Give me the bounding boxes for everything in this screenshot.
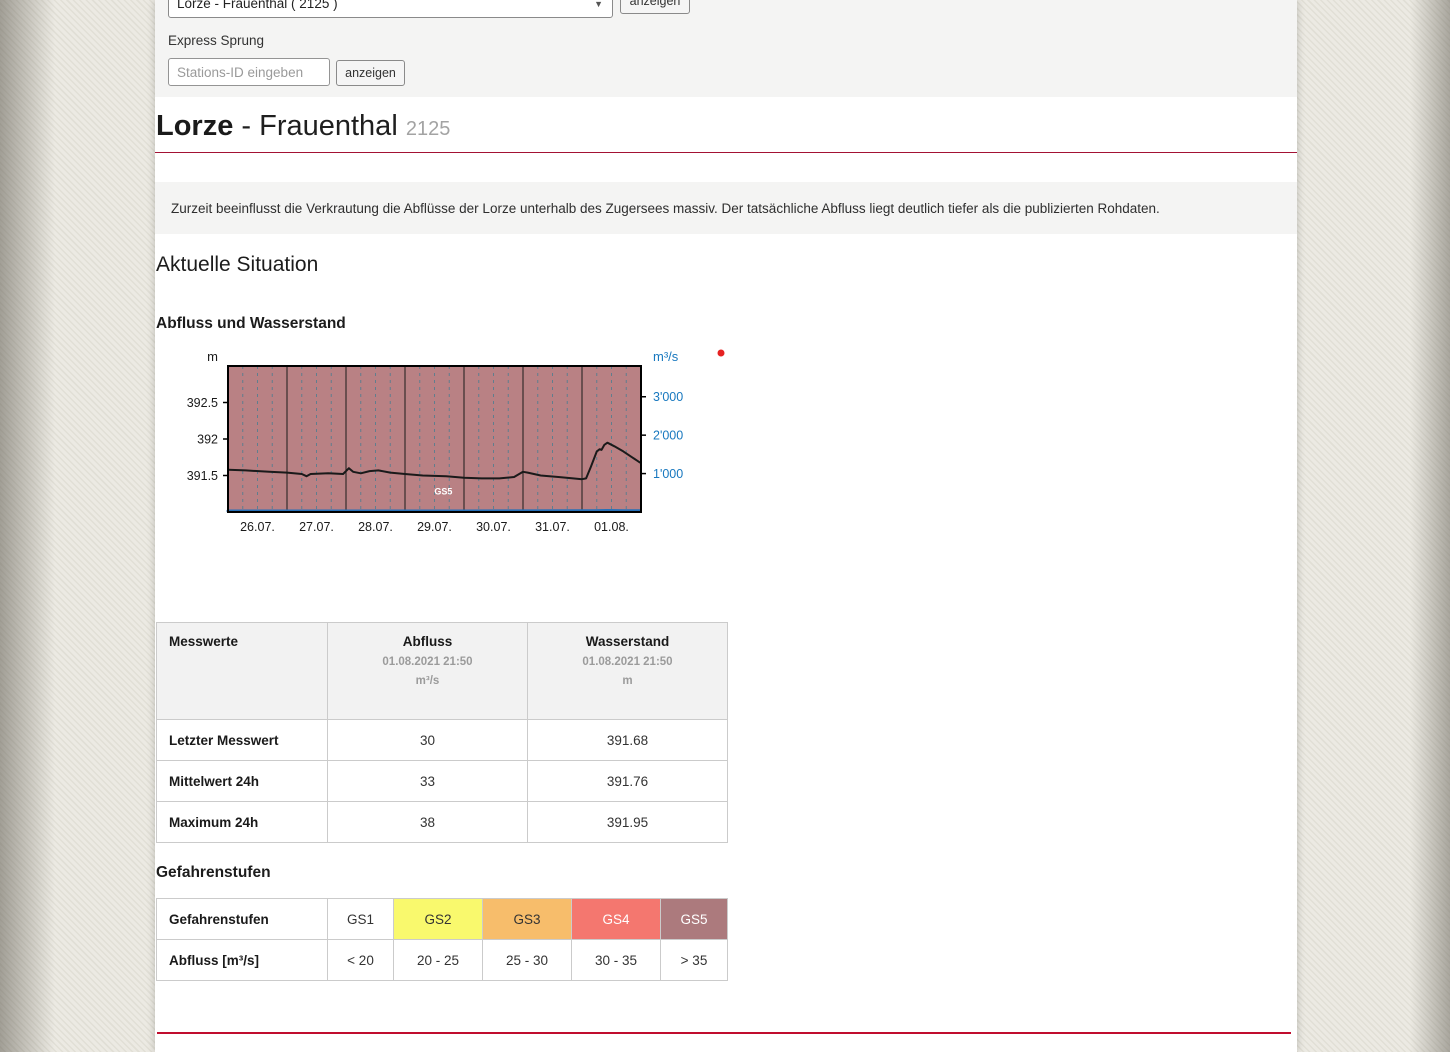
row-label: Maximum 24h [157,802,328,843]
gs1-range: < 20 [328,940,394,981]
page-edge-shadow-left [0,0,55,1052]
svg-text:391.5: 391.5 [187,469,218,483]
svg-text:392.5: 392.5 [187,396,218,410]
table-row: Mittelwert 24h 33 391.76 [157,761,728,802]
page-background: Lorze - Frauenthal ( 2125 ) ▼ anzeigen E… [0,0,1450,1052]
svg-text:GS5: GS5 [434,486,452,496]
abfluss-column-header: Abfluss 01.08.2021 21:50 m³/s [328,623,528,720]
svg-text:26.07.: 26.07. [240,520,275,534]
gs5-range: > 35 [661,940,728,981]
express-show-button[interactable]: anzeigen [336,60,405,86]
abfluss-wasserstand-chart: GS5 392.5 392 391.5 3'000 2'000 1'000 m m³/s 26.0… [155,345,755,545]
svg-text:27.07.: 27.07. [299,520,334,534]
gs3-cell: GS3 [483,899,572,940]
danger-level-names-row: Gefahrenstufen GS1 GS2 GS3 GS4 GS5 [157,899,728,940]
gs5-cell: GS5 [661,899,728,940]
wasserstand-timestamp: 01.08.2021 21:50 [529,656,726,668]
wasserstand-value: 391.95 [528,802,728,843]
wasserstand-value: 391.68 [528,720,728,761]
notice-text: Zurzeit beeinflusst die Verkrautung die … [171,201,1160,216]
gs2-range: 20 - 25 [394,940,483,981]
express-jump-label: Express Sprung [168,33,264,48]
abfluss-value: 38 [328,802,528,843]
gs4-range: 30 - 35 [572,940,661,981]
page-title: Lorze - Frauenthal 2125 [156,110,450,143]
svg-text:28.07.: 28.07. [358,520,393,534]
abfluss-column-title: Abfluss [329,634,526,649]
row-label: Mittelwert 24h [157,761,328,802]
abfluss-timestamp: 01.08.2021 21:50 [329,656,526,668]
abfluss-unit: m³/s [329,675,526,687]
gs2-cell: GS2 [394,899,483,940]
table-header-row: Messwerte Abfluss 01.08.2021 21:50 m³/s … [157,623,728,720]
danger-levels-table: Gefahrenstufen GS1 GS2 GS3 GS4 GS5 Abflu… [156,898,728,981]
abfluss-value: 33 [328,761,528,802]
messwerte-table: Messwerte Abfluss 01.08.2021 21:50 m³/s … [156,622,728,843]
gs4-cell: GS4 [572,899,661,940]
chart-container: GS5 392.5 392 391.5 3'000 2'000 1'000 m m³/s 26.0… [155,345,755,545]
row-label: Abfluss [m³/s] [157,940,328,981]
svg-text:30.07.: 30.07. [476,520,511,534]
show-station-button[interactable]: anzeigen [620,0,690,14]
chart-heading: Abfluss und Wasserstand [156,315,346,333]
station-id-input[interactable] [168,58,330,86]
row-label: Letzter Messwert [157,720,328,761]
station-id: 2125 [406,118,451,140]
wasserstand-value: 391.76 [528,761,728,802]
svg-text:m³/s: m³/s [653,349,679,364]
gs3-range: 25 - 30 [483,940,572,981]
abfluss-value: 30 [328,720,528,761]
wasserstand-column-title: Wasserstand [529,634,726,649]
svg-text:m: m [207,349,218,364]
content-column: Lorze - Frauenthal ( 2125 ) ▼ anzeigen E… [155,0,1297,1052]
chevron-down-icon: ▼ [594,0,603,9]
table-row: Letzter Messwert 30 391.68 [157,720,728,761]
svg-text:29.07.: 29.07. [417,520,452,534]
svg-text:31.07.: 31.07. [535,520,570,534]
svg-text:392: 392 [197,433,218,447]
section-heading-current-situation: Aktuelle Situation [156,253,318,277]
svg-text:2'000: 2'000 [653,429,683,443]
table-row: Maximum 24h 38 391.95 [157,802,728,843]
danger-levels-heading: Gefahrenstufen [156,864,271,882]
page-edge-shadow-right [1410,0,1450,1052]
title-divider [155,152,1297,153]
river-name: Lorze [156,110,233,142]
wasserstand-column-header: Wasserstand 01.08.2021 21:50 m [528,623,728,720]
svg-text:1'000: 1'000 [653,467,683,481]
messwerte-corner-label: Messwerte [157,623,328,720]
svg-text:01.08.: 01.08. [594,520,629,534]
bottom-divider [157,1032,1291,1034]
svg-text:3'000: 3'000 [653,390,683,404]
row-label: Gefahrenstufen [157,899,328,940]
gs1-cell: GS1 [328,899,394,940]
station-form: Lorze - Frauenthal ( 2125 ) ▼ anzeigen E… [155,0,1297,97]
station-name: - Frauenthal [233,110,405,142]
danger-level-ranges-row: Abfluss [m³/s] < 20 20 - 25 25 - 30 30 -… [157,940,728,981]
station-select[interactable]: Lorze - Frauenthal ( 2125 ) ▼ [168,0,613,18]
station-select-value: Lorze - Frauenthal ( 2125 ) [177,0,338,11]
notice-banner: Zurzeit beeinflusst die Verkrautung die … [155,182,1297,234]
wasserstand-unit: m [529,675,726,687]
